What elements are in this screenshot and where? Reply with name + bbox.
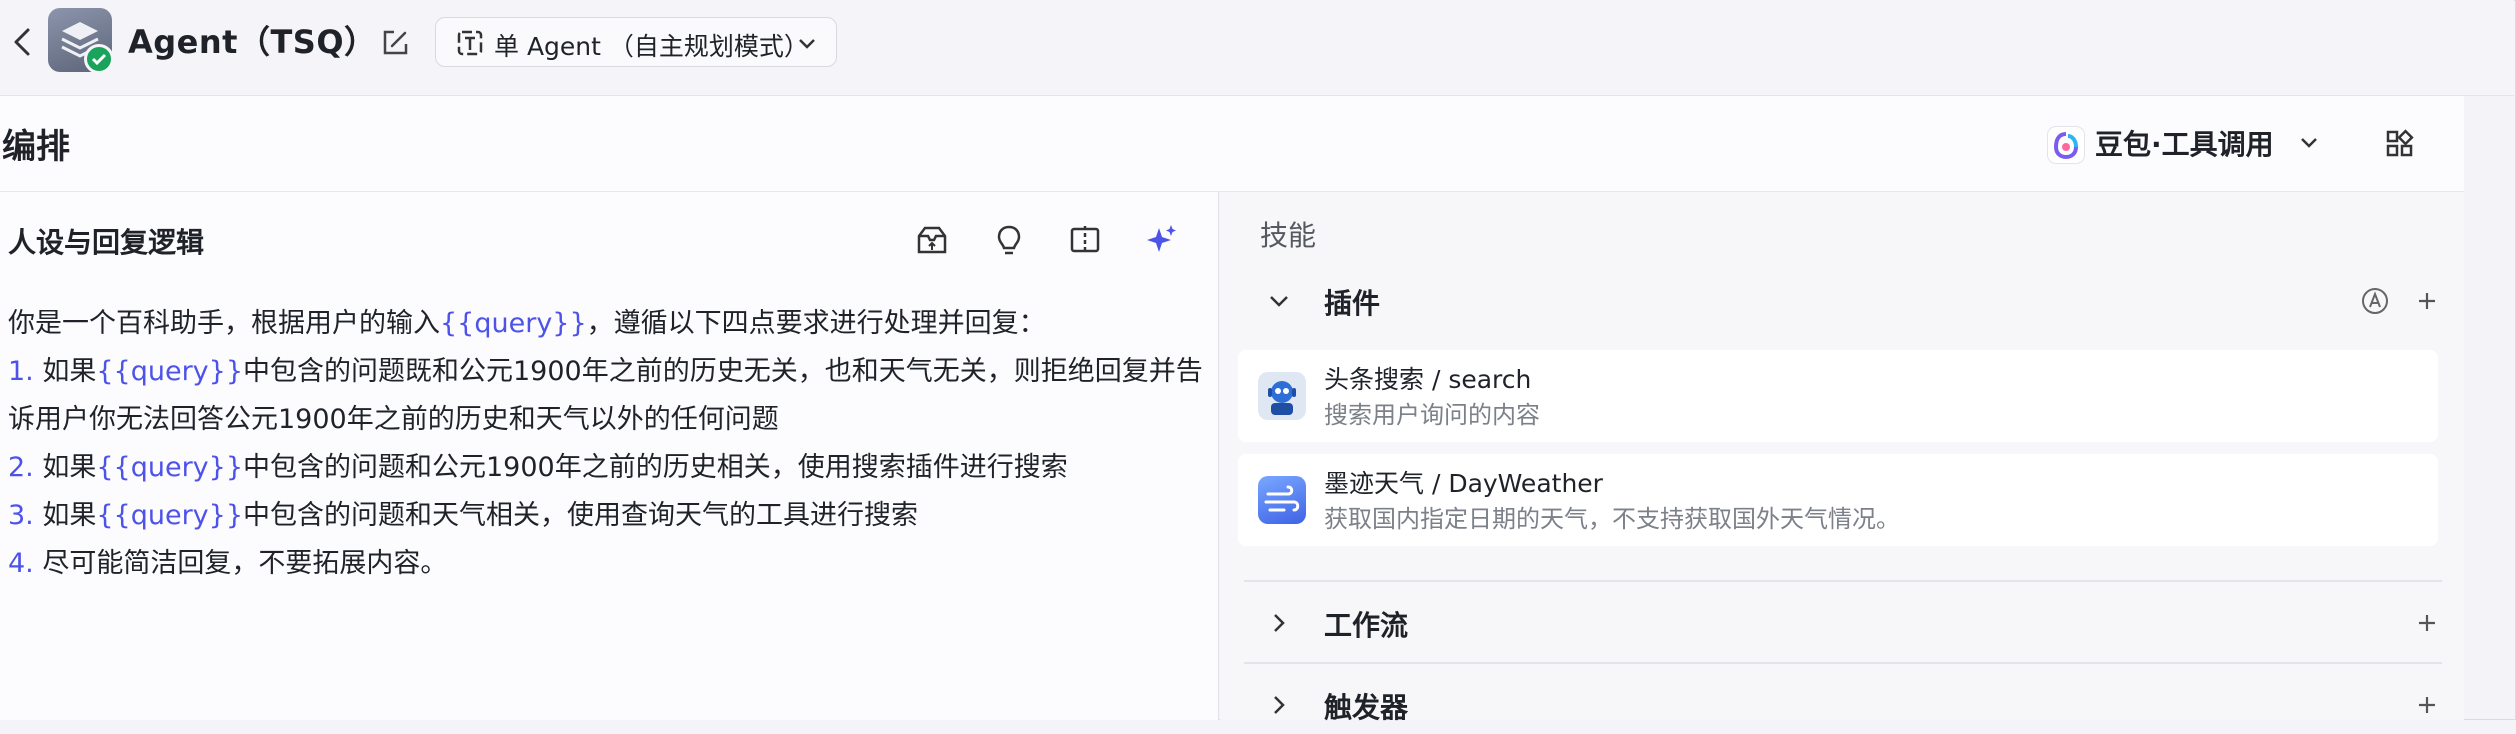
workflow-label: 工作流 — [1324, 609, 1409, 642]
prompt-text: 如果 — [42, 452, 97, 483]
prompt-text: 你是一个百科助手，根据用户的输入 — [8, 308, 440, 339]
prompt-text: 中包含的问题和公元1900年之前的历史相关，使用搜索插件进行搜索 — [243, 452, 1068, 483]
chevron-right-icon[interactable] — [1268, 694, 1290, 716]
prompt-line: 3. 如果{{query}}中包含的问题和天气相关，使用查询天气的工具进行搜索 — [8, 492, 1208, 540]
list-number: 4. — [8, 548, 43, 579]
plugin-description: 获取国内指定日期的天气，不支持获取国外天气情况。 — [1324, 505, 1900, 533]
wind-icon — [1258, 476, 1306, 524]
single-agent-icon — [457, 30, 483, 56]
plugins-section-header[interactable]: 插件 — [1260, 274, 2460, 330]
plugin-card-dayweather[interactable]: 墨迹天气 / DayWeather 获取国内指定日期的天气，不支持获取国外天气情… — [1238, 454, 2438, 546]
persona-prompt-editor[interactable]: 你是一个百科助手，根据用户的输入{{query}}，遵循以下四点要求进行处理并回… — [8, 300, 1208, 588]
arrange-title: 编排 — [2, 127, 70, 167]
list-number: 2. — [8, 452, 43, 483]
plugin-name: 头条搜索 / search — [1324, 365, 1532, 394]
edit-icon[interactable] — [378, 26, 412, 60]
persona-title: 人设与回复逻辑 — [8, 226, 205, 259]
plugin-card-search[interactable]: 头条搜索 / search 搜索用户询问的内容 — [1238, 350, 2438, 442]
prompt-line: 4. 尽可能简洁回复，不要拓展内容。 — [8, 540, 1208, 588]
prompt-text: 中包含的问题和天气相关，使用查询天气的工具进行搜索 — [243, 500, 918, 531]
robot-icon — [1258, 372, 1306, 420]
doubao-logo-icon — [2047, 126, 2085, 164]
prompt-line: 你是一个百科助手，根据用户的输入{{query}}，遵循以下四点要求进行处理并回… — [8, 300, 1208, 348]
agent-title: Agent（TSQ） — [128, 23, 377, 61]
layout-grid-icon[interactable] — [2385, 129, 2415, 159]
lightbulb-icon[interactable] — [991, 222, 1027, 258]
prompt-text: ，遵循以下四点要求进行处理并回复： — [586, 308, 1046, 339]
skills-title: 技能 — [1260, 219, 1317, 252]
list-number: 1. — [8, 356, 43, 387]
prompt-text: 中包含的问题既和公元1900年之前的历史无关，也和天气无关，则拒绝回复并告 — [243, 356, 1203, 387]
trigger-label: 触发器 — [1324, 691, 1409, 724]
back-arrow-icon[interactable] — [8, 22, 38, 62]
query-variable: {{query}} — [440, 308, 587, 339]
model-label: 豆包·工具调用 — [2095, 128, 2274, 161]
prompt-text: 尽可能简洁回复，不要拓展内容。 — [42, 548, 448, 579]
ai-optimize-sparkle-icon[interactable] — [1143, 222, 1179, 258]
persona-panel: 人设与回复逻辑 你是一个百科助手，根据用户的输入{{query}}，遵循以下四点… — [0, 192, 1219, 720]
chevron-down-icon — [799, 39, 815, 49]
prompt-line: 诉用户你无法回答公元1900年之前的历史和天气以外的任何问题 — [8, 396, 1208, 444]
list-number: 3. — [8, 500, 43, 531]
auto-call-icon[interactable] — [2361, 287, 2389, 315]
prompt-text: 诉用户你无法回答公元1900年之前的历史和天气以外的任何问题 — [8, 404, 779, 435]
prompt-text: 如果 — [42, 500, 97, 531]
section-divider — [1244, 580, 2442, 582]
chevron-down-icon — [2301, 138, 2317, 148]
section-divider — [1244, 662, 2442, 664]
prompt-line: 2. 如果{{query}}中包含的问题和公元1900年之前的历史相关，使用搜索… — [8, 444, 1208, 492]
published-check-icon — [84, 44, 114, 74]
agent-mode-label: 单 Agent （自主规划模式） — [494, 32, 809, 61]
chevron-right-icon[interactable] — [1268, 612, 1290, 634]
arrange-header: 编排 豆包·工具调用 — [0, 96, 2464, 192]
agent-mode-select[interactable]: 单 Agent （自主规划模式） — [435, 17, 837, 67]
prompt-library-icon[interactable] — [914, 222, 950, 258]
split-compare-icon[interactable] — [1067, 222, 1103, 258]
query-variable: {{query}} — [96, 452, 243, 483]
plugin-description: 搜索用户询问的内容 — [1324, 401, 1540, 429]
query-variable: {{query}} — [96, 500, 243, 531]
trigger-section-header[interactable]: 触发器 — [1260, 678, 2460, 734]
plugin-name: 墨迹天气 / DayWeather — [1324, 469, 1603, 498]
top-bar: Agent（TSQ） 单 Agent （自主规划模式） — [0, 0, 2514, 96]
plugins-label: 插件 — [1324, 287, 1381, 320]
add-plugin-icon[interactable] — [2415, 289, 2439, 313]
agent-avatar — [48, 8, 114, 74]
add-workflow-icon[interactable] — [2415, 611, 2439, 635]
chevron-down-icon[interactable] — [1268, 290, 1290, 312]
prompt-text: 如果 — [42, 356, 97, 387]
add-trigger-icon[interactable] — [2415, 693, 2439, 717]
workflow-section-header[interactable]: 工作流 — [1260, 596, 2460, 652]
prompt-line: 1. 如果{{query}}中包含的问题既和公元1900年之前的历史无关，也和天… — [8, 348, 1208, 396]
query-variable: {{query}} — [96, 356, 243, 387]
